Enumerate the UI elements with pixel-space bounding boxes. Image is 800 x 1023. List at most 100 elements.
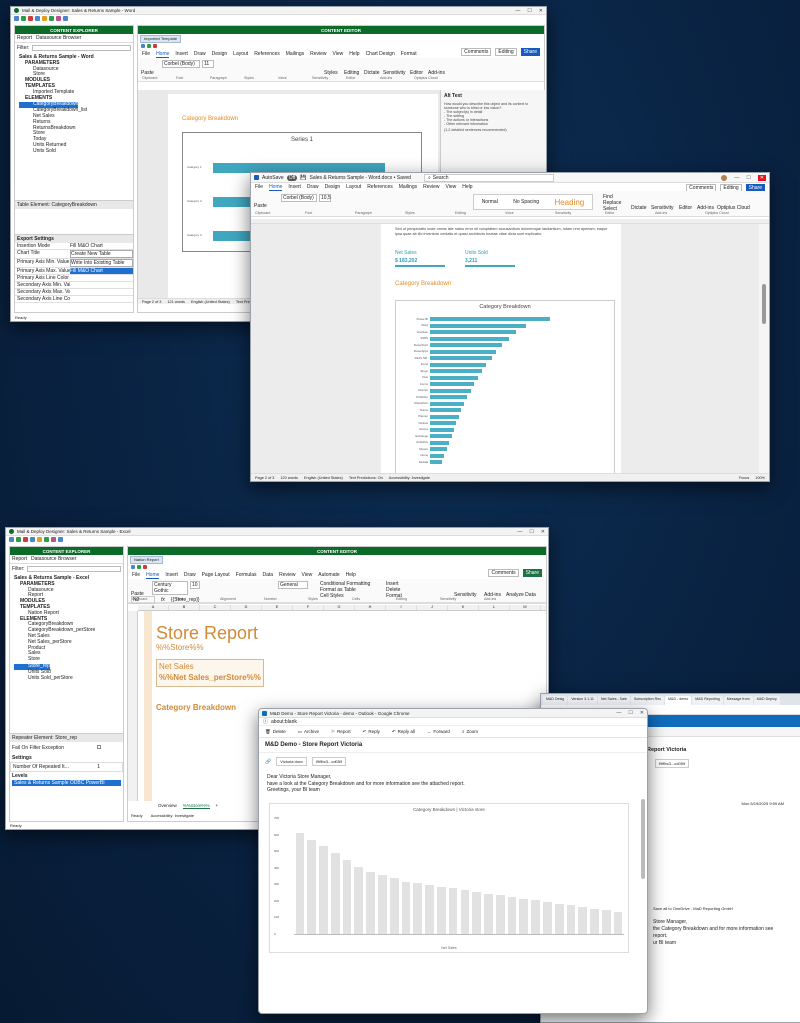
- filter-input[interactable]: [26, 566, 121, 572]
- check-icon[interactable]: [21, 16, 26, 21]
- comments-button[interactable]: Comments: [461, 48, 492, 56]
- column-header[interactable]: A: [138, 605, 169, 610]
- url-field[interactable]: about:blank: [271, 719, 297, 725]
- deploy-icon[interactable]: [49, 16, 54, 21]
- new-icon[interactable]: [14, 16, 19, 21]
- minimize-icon[interactable]: —: [517, 529, 522, 535]
- ribbon-tab[interactable]: Page Layout: [202, 572, 230, 578]
- tab-datasource-browser[interactable]: Datasource Browser: [31, 556, 76, 562]
- fail-filter-checkbox[interactable]: [97, 745, 101, 749]
- ribbon-tab[interactable]: Draw: [194, 51, 206, 57]
- close-icon[interactable]: ✕: [757, 174, 766, 181]
- share-button[interactable]: Share: [522, 569, 542, 577]
- close-icon[interactable]: ✕: [541, 529, 545, 535]
- style-no-spacing[interactable]: No Spacing: [513, 199, 539, 205]
- ribbon-tab[interactable]: Home: [156, 51, 170, 58]
- sheet-tab-overview[interactable]: Overview: [158, 803, 177, 809]
- ribbon-tab[interactable]: Home: [269, 184, 283, 191]
- new-icon[interactable]: [9, 537, 14, 542]
- ribbon-tab[interactable]: Draw: [307, 184, 319, 190]
- bg-save-all[interactable]: Save all to OneDrive - MaD Reporting Gmb…: [653, 906, 733, 911]
- check-icon[interactable]: [16, 537, 21, 542]
- number-format-select[interactable]: General: [278, 581, 308, 589]
- toolbar-button-3[interactable]: ↶ Reply: [363, 729, 380, 735]
- ribbon-tab[interactable]: Data: [263, 572, 274, 578]
- repeated-items-value[interactable]: 1: [97, 764, 100, 770]
- paste-button[interactable]: Paste: [254, 203, 267, 209]
- browser-tab[interactable]: M&D Reporting: [692, 696, 723, 705]
- delete-icon[interactable]: [28, 16, 33, 21]
- cancel-icon[interactable]: [143, 565, 147, 569]
- toolbar-button-5[interactable]: → Forward: [427, 729, 450, 734]
- browser-tab[interactable]: Version 3.1.11: [568, 696, 597, 705]
- settings-icon[interactable]: [35, 16, 40, 21]
- ribbon-tab[interactable]: Help: [462, 184, 472, 190]
- toolbar-button-2[interactable]: ⚐ Report: [331, 729, 351, 735]
- ribbon-tab[interactable]: Help: [349, 51, 359, 57]
- minimize-icon[interactable]: —: [515, 8, 520, 14]
- close-icon[interactable]: ✕: [539, 8, 543, 14]
- tree-element-9[interactable]: Units Sold: [19, 148, 131, 155]
- popup-scrollbar[interactable]: [641, 799, 645, 879]
- ribbon-tab[interactable]: Design: [212, 51, 228, 57]
- browser-tab[interactable]: Net Sales - Sale: [597, 696, 630, 705]
- column-header[interactable]: E: [262, 605, 293, 610]
- site-info-icon[interactable]: ⓘ: [263, 718, 268, 725]
- ribbon-tab[interactable]: Chart Design: [366, 51, 395, 57]
- font-select[interactable]: Corbel (Body): [281, 194, 317, 202]
- attachment-file[interactable]: f9ffbc3...cd059: [312, 757, 347, 766]
- browser-tab[interactable]: M&D Deploy: [753, 696, 780, 705]
- settings-value[interactable]: Create New Table: [70, 250, 133, 258]
- deploy-icon[interactable]: [44, 537, 49, 542]
- column-header[interactable]: I: [386, 605, 417, 610]
- ribbon-tab[interactable]: Formulas: [236, 572, 257, 578]
- dictate-button[interactable]: Dictate: [364, 70, 380, 76]
- tab-report[interactable]: Report: [12, 556, 27, 562]
- ribbon-tab[interactable]: Layout: [233, 51, 248, 57]
- search-box[interactable]: ⌕ Search: [423, 173, 554, 182]
- ribbon-tab[interactable]: References: [367, 184, 393, 190]
- toolbar-button-6[interactable]: ⌕ Zoom: [462, 729, 478, 734]
- ribbon-tab[interactable]: References: [254, 51, 280, 57]
- cancel-icon[interactable]: [153, 44, 157, 48]
- filter-input[interactable]: [31, 45, 131, 51]
- browser-tab[interactable]: M&D - demo: [665, 696, 692, 705]
- sheet-tab-store[interactable]: %%Store%%: [182, 803, 210, 809]
- font-size-select[interactable]: 10: [190, 581, 200, 589]
- font-select[interactable]: Corbel (Body): [162, 60, 200, 68]
- zoom-level[interactable]: 100%: [755, 476, 765, 480]
- settings-value[interactable]: Write Into Existing Table: [70, 259, 133, 267]
- ribbon-tab[interactable]: Insert: [165, 572, 178, 578]
- vertical-scrollbar[interactable]: [759, 224, 769, 473]
- toolbar-button-4[interactable]: ↶ Reply all: [392, 729, 415, 735]
- editing-button[interactable]: Editing: [495, 48, 517, 56]
- maximize-icon[interactable]: ☐: [529, 529, 533, 535]
- avatar[interactable]: [721, 174, 728, 181]
- settings-value[interactable]: Fill M&O Chart: [70, 243, 133, 249]
- column-header[interactable]: J: [417, 605, 448, 610]
- bg-attachment[interactable]: f9ffbc3...cd059: [655, 759, 690, 768]
- category-chart[interactable]: Category Breakdown Power BI Word OneNote SS…: [395, 300, 615, 473]
- ribbon-tab[interactable]: View: [302, 572, 313, 578]
- ribbon-tab[interactable]: Layout: [346, 184, 361, 190]
- ribbon-tab[interactable]: Mailings: [286, 51, 304, 57]
- column-header[interactable]: D: [231, 605, 262, 610]
- settings-value[interactable]: [70, 282, 133, 288]
- browser-tab[interactable]: Subscription Rec: [630, 696, 665, 705]
- style-normal[interactable]: Normal: [482, 199, 498, 205]
- ribbon-tab[interactable]: Automate: [318, 572, 339, 578]
- column-header[interactable]: K: [448, 605, 479, 610]
- column-header[interactable]: F: [293, 605, 324, 610]
- editor-button[interactable]: Editor: [679, 205, 692, 211]
- save-icon[interactable]: [141, 44, 145, 48]
- save-icon[interactable]: [131, 565, 135, 569]
- ribbon-tab[interactable]: File: [255, 184, 263, 190]
- ribbon-tab[interactable]: Insert: [288, 184, 301, 190]
- ribbon-tab[interactable]: View: [446, 184, 457, 190]
- close-icon[interactable]: ✕: [640, 710, 644, 716]
- settings-icon[interactable]: [30, 537, 35, 542]
- ribbon-tab[interactable]: Review: [310, 51, 326, 57]
- settings-value[interactable]: [70, 275, 133, 281]
- style-heading[interactable]: Heading: [554, 198, 584, 207]
- ribbon-tab[interactable]: Draw: [184, 572, 196, 578]
